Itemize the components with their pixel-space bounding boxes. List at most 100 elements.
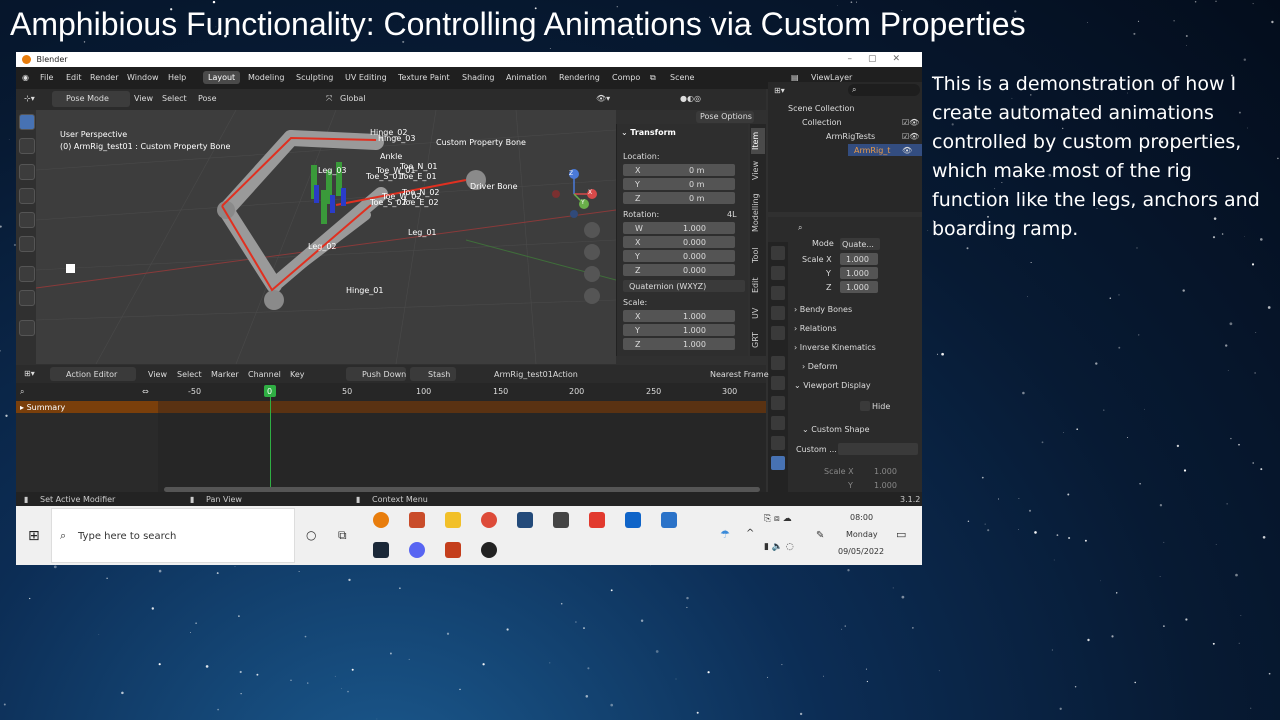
paint-icon[interactable]: [409, 512, 425, 528]
action-name[interactable]: ArmRig_test01Action: [494, 370, 578, 379]
task-view-icon[interactable]: ⧉: [338, 528, 347, 543]
tab-view[interactable]: View: [751, 158, 765, 184]
visibility-icon[interactable]: 👁: [902, 146, 912, 155]
transform-tool-icon[interactable]: [19, 236, 35, 252]
rotate-tool-icon[interactable]: [19, 188, 35, 204]
steam-icon[interactable]: [373, 542, 389, 558]
gizmo-axis-y[interactable]: Y: [581, 199, 585, 206]
measure-tool-icon[interactable]: [19, 290, 35, 306]
timeline-menu-channel[interactable]: Channel: [248, 370, 281, 379]
swap-icon[interactable]: ⇔: [142, 387, 149, 396]
clock-time[interactable]: 08:00: [850, 513, 873, 522]
scale-x-field[interactable]: 1.000: [683, 312, 706, 321]
custom-shape-field[interactable]: [838, 443, 918, 455]
hide-checkbox[interactable]: [860, 401, 870, 411]
workspace-tab-layout[interactable]: Layout: [203, 71, 241, 84]
taskbar-search[interactable]: ⌕ Type here to search: [51, 508, 295, 563]
scale-z-field[interactable]: 1.000: [683, 340, 706, 349]
move-tool-icon[interactable]: [19, 164, 35, 180]
outliner-search-icon[interactable]: ⌕: [852, 85, 856, 95]
stash-button[interactable]: Stash: [428, 370, 450, 379]
rotation-w-field[interactable]: 1.000: [683, 224, 706, 233]
timeline-menu-key[interactable]: Key: [290, 370, 305, 379]
workspace-tab-modeling[interactable]: Modeling: [243, 71, 289, 84]
summary-channel[interactable]: ▸ Summary: [20, 403, 65, 412]
location-x-field[interactable]: 0 m: [689, 166, 704, 175]
annotate-tool-icon[interactable]: [19, 266, 35, 282]
workspace-tab-rendering[interactable]: Rendering: [554, 71, 605, 84]
notification-icon[interactable]: ▭: [896, 528, 906, 541]
workspace-tab-animation[interactable]: Animation: [501, 71, 552, 84]
tweak-tool-icon[interactable]: [19, 114, 35, 130]
visibility-icon[interactable]: ☑👁: [902, 118, 919, 127]
menu-render[interactable]: Render: [90, 73, 118, 82]
gizmo-axis-x[interactable]: X: [588, 189, 592, 196]
windows-start-icon[interactable]: ⊞: [28, 528, 40, 544]
tab-edit[interactable]: Edit: [751, 272, 765, 298]
rotation-lock-4l[interactable]: 4L: [727, 210, 737, 219]
gizmo-axis-z[interactable]: Z: [569, 170, 573, 177]
obs-icon[interactable]: [481, 542, 497, 558]
clock-day[interactable]: Monday: [846, 530, 878, 539]
output-props-icon[interactable]: [771, 286, 785, 300]
relax-tool-icon[interactable]: [19, 320, 35, 336]
show-hidden-icons[interactable]: ^: [746, 528, 754, 539]
menu-window[interactable]: Window: [127, 73, 159, 82]
dopesheet-editor-icon[interactable]: ⊞▾: [24, 369, 35, 378]
outliner-armrigtests[interactable]: ArmRigTests: [826, 132, 875, 141]
gmail-icon[interactable]: [589, 512, 605, 528]
outliner-object-armrig[interactable]: ArmRig_t: [854, 146, 890, 155]
editor-mode-dropdown[interactable]: Action Editor: [66, 370, 117, 379]
tab-item[interactable]: Item: [751, 128, 765, 154]
object-props-icon[interactable]: [771, 356, 785, 370]
blender-taskbar-icon[interactable]: [373, 512, 389, 528]
timeline-menu-marker[interactable]: Marker: [211, 370, 239, 379]
section-bendy-bones[interactable]: › Bendy Bones: [794, 305, 852, 314]
outliner-collection[interactable]: Collection: [802, 118, 842, 127]
cortana-icon[interactable]: ○: [306, 528, 316, 542]
scene-name[interactable]: Scene: [670, 73, 694, 82]
viewport-visibility-icon[interactable]: 👁▾: [596, 94, 610, 103]
clock-app-icon[interactable]: [553, 512, 569, 528]
workspace-tab-sculpting[interactable]: Sculpting: [291, 71, 338, 84]
location-y-field[interactable]: 0 m: [689, 180, 704, 189]
channel-search-icon[interactable]: ⌕: [20, 387, 24, 397]
bone-props-icon[interactable]: [771, 456, 785, 470]
menu-view[interactable]: View: [134, 94, 153, 103]
blender-menu-icon[interactable]: ◉: [22, 73, 29, 82]
physics-props-icon[interactable]: [771, 396, 785, 410]
mode-dropdown[interactable]: Pose Mode: [66, 94, 109, 103]
clock-date[interactable]: 09/05/2022: [838, 547, 884, 556]
cursor-tool-icon[interactable]: [19, 138, 35, 154]
timeline-menu-select[interactable]: Select: [177, 370, 202, 379]
shading-solid-icon[interactable]: ●◐◎: [680, 94, 701, 103]
scale-tool-icon[interactable]: [19, 212, 35, 228]
modifier-props-icon[interactable]: [771, 376, 785, 390]
prop-scale-y-field[interactable]: 1.000: [846, 269, 869, 278]
scale-y-field[interactable]: 1.000: [683, 326, 706, 335]
tab-modelling[interactable]: Modelling: [751, 188, 765, 238]
properties-search-icon[interactable]: ⌕: [798, 223, 802, 233]
workspace-tab-compositing[interactable]: Compo: [607, 71, 645, 84]
tab-tool[interactable]: Tool: [751, 242, 765, 268]
rotation-z-field[interactable]: 0.000: [683, 266, 706, 275]
outlook-icon[interactable]: [625, 512, 641, 528]
section-inverse-kinematics[interactable]: › Inverse Kinematics: [794, 343, 876, 352]
menu-file[interactable]: File: [40, 73, 53, 82]
chrome-icon[interactable]: [481, 512, 497, 528]
menu-help[interactable]: Help: [168, 73, 186, 82]
tab-uv[interactable]: UV: [751, 302, 765, 324]
tool-props-icon[interactable]: [771, 246, 785, 260]
section-relations[interactable]: › Relations: [794, 324, 837, 333]
weather-icon[interactable]: ☂: [720, 528, 730, 541]
section-custom-shape[interactable]: ⌄ Custom Shape: [802, 425, 870, 434]
rotation-mode-dropdown[interactable]: Quaternion (WXYZ): [629, 282, 706, 291]
render-props-icon[interactable]: [771, 266, 785, 280]
tray-icons-top[interactable]: ⎘ ⧈ ☁: [764, 514, 792, 524]
tab-grt[interactable]: GRT: [751, 328, 765, 352]
window-controls[interactable]: –▢✕: [847, 52, 916, 67]
menu-pose[interactable]: Pose: [198, 94, 217, 103]
view-layer-name[interactable]: ViewLayer: [811, 73, 852, 82]
section-viewport-display[interactable]: ⌄ Viewport Display: [794, 381, 871, 390]
transform-panel-title[interactable]: ⌄ Transform: [621, 128, 676, 137]
